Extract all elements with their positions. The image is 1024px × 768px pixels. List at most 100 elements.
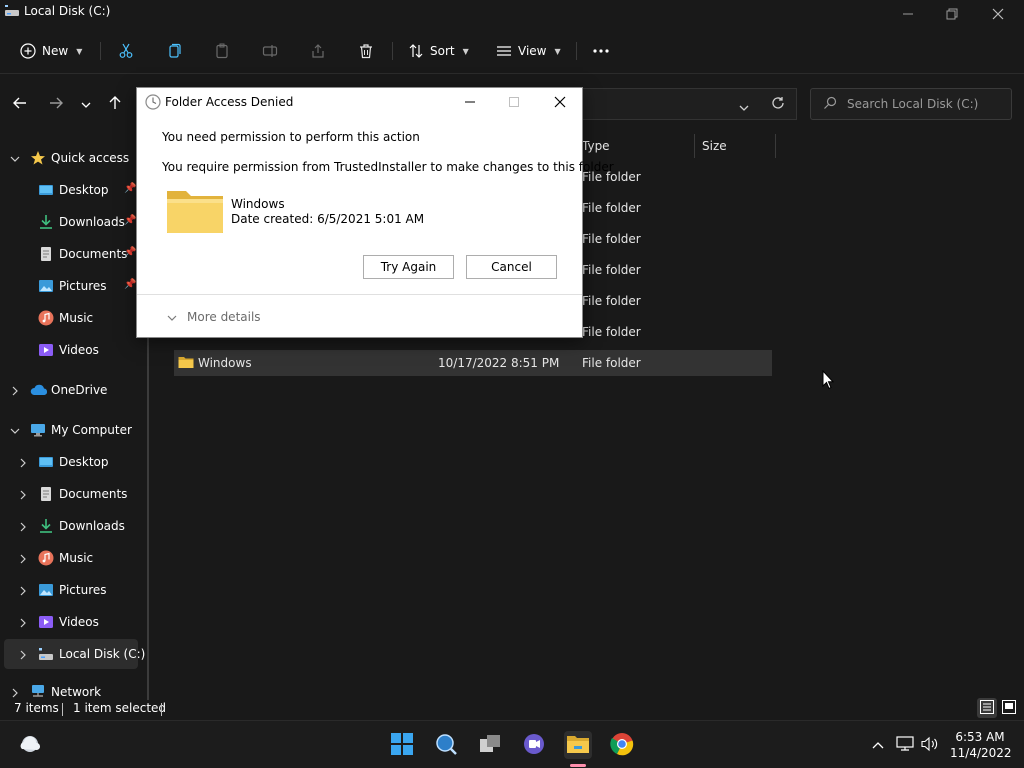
sidebar-item-label: Desktop: [59, 183, 109, 197]
cancel-button[interactable]: Cancel: [466, 255, 557, 279]
system-clock[interactable]: 6:53 AM 11/4/2022: [950, 729, 1012, 761]
new-label: New: [42, 44, 69, 58]
task-view-icon: [479, 734, 501, 757]
star-icon: [30, 150, 46, 166]
rename-button[interactable]: [262, 38, 278, 64]
cloud-icon: [30, 382, 48, 398]
search-button[interactable]: [432, 731, 460, 759]
sidebar-item-downloads[interactable]: Downloads 📌: [0, 207, 140, 237]
chevron-right-icon[interactable]: [18, 521, 28, 532]
sidebar-item-pc-pictures[interactable]: Pictures: [0, 575, 140, 605]
plus-circle-icon: [20, 43, 36, 59]
chevron-right-icon[interactable]: [10, 687, 20, 698]
dialog-minimize-button[interactable]: [459, 92, 481, 112]
address-bar[interactable]: [583, 88, 797, 120]
chevron-down-icon[interactable]: [10, 153, 20, 163]
close-button[interactable]: [988, 4, 1008, 24]
up-button[interactable]: [105, 94, 125, 114]
clipboard-icon: [214, 43, 230, 59]
recent-locations-button[interactable]: [76, 94, 96, 114]
file-explorer-button[interactable]: [564, 731, 592, 759]
chevron-right-icon[interactable]: [18, 617, 28, 628]
dialog-maximize-button[interactable]: [503, 92, 525, 112]
weather-widget[interactable]: [16, 731, 44, 759]
delete-button[interactable]: [358, 38, 374, 64]
list-view-icon: [496, 43, 512, 59]
clock-icon: [145, 94, 161, 110]
share-button[interactable]: [310, 38, 326, 64]
details-view-button[interactable]: [977, 698, 997, 718]
chrome-button[interactable]: [608, 731, 636, 759]
cloud-icon: [18, 734, 42, 757]
sidebar-item-local-disk[interactable]: Local Disk (C:): [4, 639, 145, 669]
sidebar-item-documents[interactable]: Documents 📌: [0, 239, 140, 269]
sidebar-item-desktop[interactable]: Desktop 📌: [0, 175, 140, 205]
sidebar-item-onedrive[interactable]: OneDrive: [0, 375, 140, 405]
chevron-down-icon: ▼: [76, 46, 83, 56]
tiles-view-button[interactable]: [999, 698, 1019, 718]
more-options-button[interactable]: [592, 38, 610, 64]
search-input[interactable]: Search Local Disk (C:): [810, 88, 1012, 120]
monitor-icon: [30, 422, 46, 438]
sort-label: Sort: [430, 44, 455, 58]
music-icon: [38, 550, 54, 566]
paste-button[interactable]: [214, 38, 230, 64]
network-icon: [896, 735, 914, 755]
sort-button[interactable]: Sort ▼: [408, 38, 469, 64]
refresh-icon[interactable]: [771, 96, 785, 113]
new-button[interactable]: New ▼: [20, 38, 82, 64]
chevron-right-icon[interactable]: [18, 649, 28, 660]
sidebar-item-label: Pictures: [59, 583, 107, 597]
sidebar-item-label: Network: [51, 685, 102, 699]
network-status-button[interactable]: [895, 735, 915, 755]
sidebar-item-pc-desktop[interactable]: Desktop: [0, 447, 140, 477]
rename-icon: [262, 43, 278, 59]
sidebar-item-pc-downloads[interactable]: Downloads: [0, 511, 140, 541]
sidebar-item-my-computer[interactable]: My Computer: [0, 415, 140, 445]
sidebar-item-pc-documents[interactable]: Documents: [0, 479, 140, 509]
column-divider[interactable]: [775, 134, 776, 158]
forward-button[interactable]: [46, 94, 66, 114]
windows-logo-icon: [391, 732, 413, 758]
sidebar-item-pictures[interactable]: Pictures 📌: [0, 271, 140, 301]
sidebar-item-network[interactable]: Network: [0, 679, 140, 699]
sidebar-item-pc-music[interactable]: Music: [0, 543, 140, 573]
file-type: File folder: [582, 325, 641, 339]
active-app-indicator: [570, 764, 586, 767]
dialog-title: Folder Access Denied: [165, 95, 294, 109]
table-row[interactable]: Windows 10/17/2022 8:51 PM File folder: [174, 350, 772, 376]
try-again-button[interactable]: Try Again: [363, 255, 454, 279]
chevron-right-icon[interactable]: [18, 457, 28, 468]
sidebar-item-music[interactable]: Music: [0, 303, 140, 333]
minimize-button[interactable]: [898, 4, 918, 24]
sidebar-item-videos[interactable]: Videos: [0, 335, 140, 365]
more-details-toggle[interactable]: More details: [167, 310, 261, 324]
column-divider[interactable]: [694, 134, 695, 158]
restore-button[interactable]: [942, 4, 962, 24]
column-header-size[interactable]: Size: [702, 134, 727, 158]
sidebar-item-quick-access[interactable]: Quick access: [0, 143, 140, 173]
chevron-down-icon[interactable]: [739, 100, 749, 114]
chevron-down-icon[interactable]: [10, 425, 20, 435]
sidebar-item-pc-videos[interactable]: Videos: [0, 607, 140, 637]
column-header-type[interactable]: Type: [582, 134, 610, 158]
start-button[interactable]: [388, 731, 416, 759]
chevron-right-icon[interactable]: [18, 585, 28, 596]
sidebar-item-label: Downloads: [59, 519, 125, 533]
volume-button[interactable]: [920, 735, 940, 755]
chevron-right-icon[interactable]: [10, 385, 20, 396]
network-icon: [30, 684, 46, 699]
cut-button[interactable]: [118, 38, 134, 64]
dialog-close-button[interactable]: [549, 92, 571, 112]
view-button[interactable]: View ▼: [496, 38, 561, 64]
sidebar-item-label: OneDrive: [51, 383, 108, 397]
task-view-button[interactable]: [476, 731, 504, 759]
chat-button[interactable]: [520, 731, 548, 759]
show-hidden-icons-button[interactable]: [868, 735, 888, 755]
back-button[interactable]: [10, 94, 30, 114]
chevron-right-icon[interactable]: [18, 489, 28, 500]
copy-button[interactable]: [166, 38, 182, 64]
chevron-down-icon: ▼: [462, 46, 469, 56]
sidebar-item-label: Local Disk (C:): [59, 647, 146, 661]
chevron-right-icon[interactable]: [18, 553, 28, 564]
